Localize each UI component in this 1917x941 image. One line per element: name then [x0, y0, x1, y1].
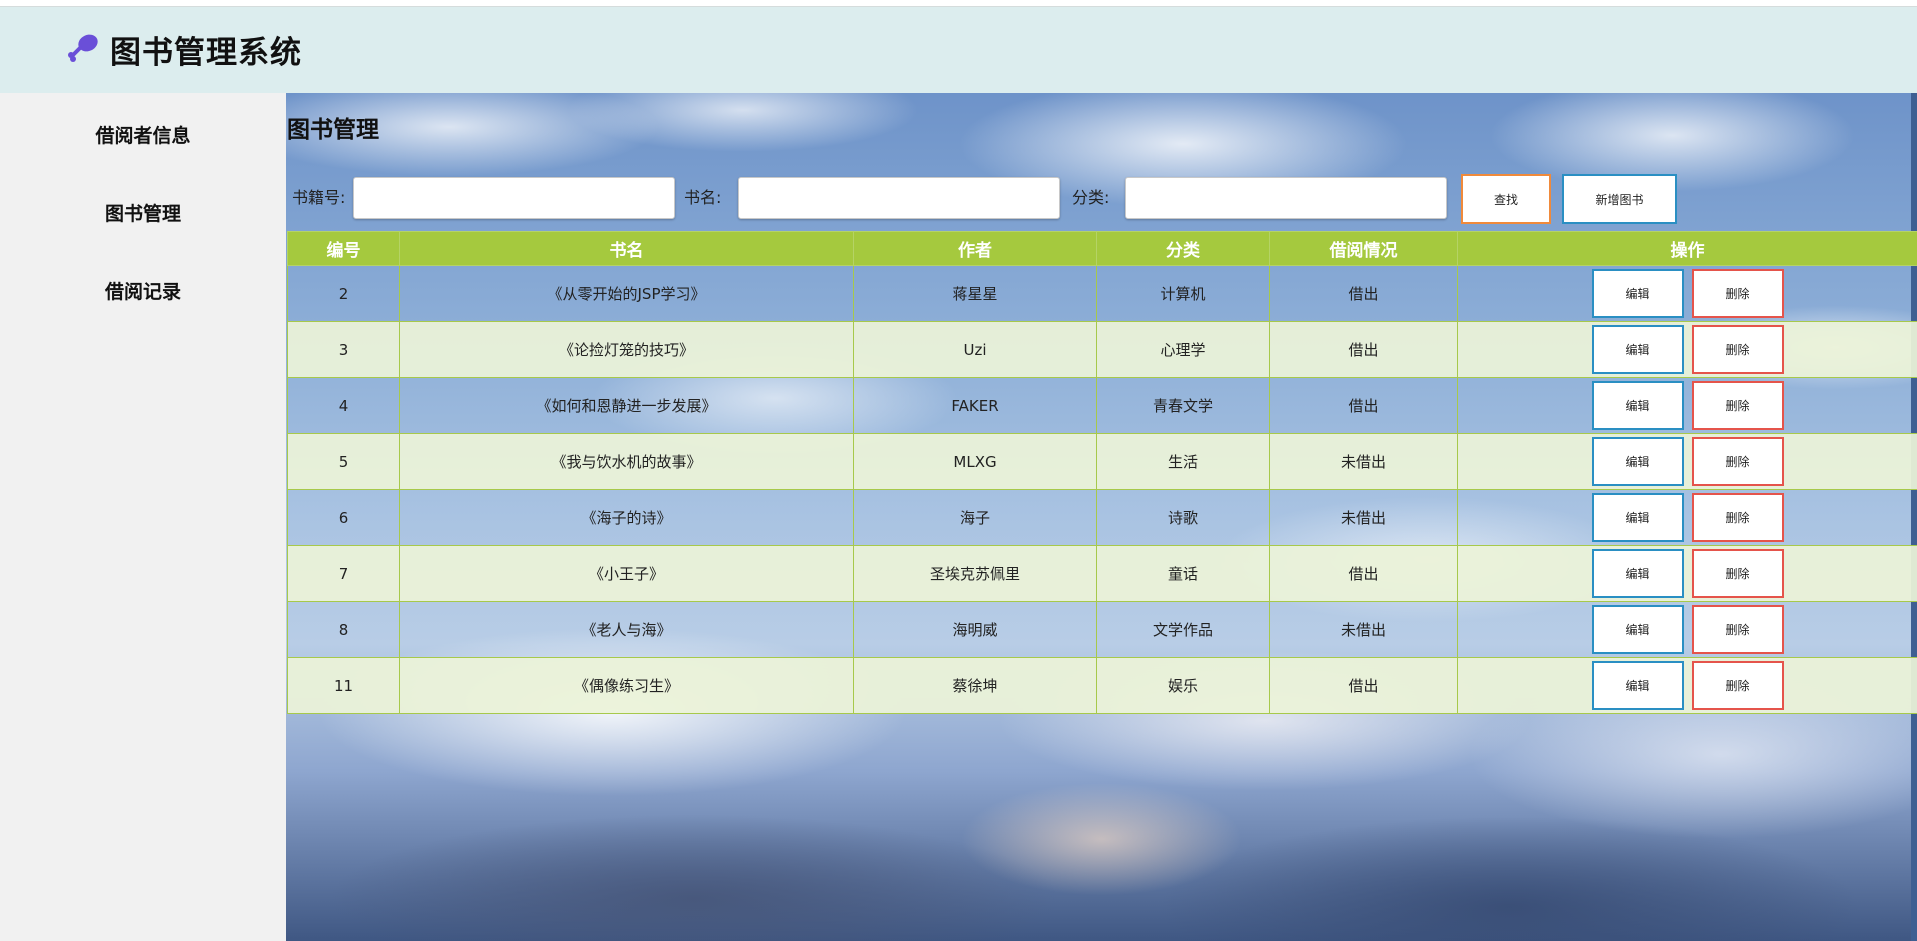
delete-button[interactable]: 删除 — [1691, 269, 1784, 318]
cell-status: 借出 — [1269, 321, 1458, 378]
cell-id: 2 — [287, 265, 400, 322]
cell-actions: 编辑 删除 — [1457, 433, 1917, 490]
delete-button[interactable]: 删除 — [1691, 549, 1784, 598]
edit-button[interactable]: 编辑 — [1591, 549, 1684, 598]
delete-button[interactable]: 删除 — [1691, 437, 1784, 486]
column-header-category: 分类 — [1096, 231, 1270, 266]
book-no-label: 书籍号: — [292, 188, 346, 207]
table-row: 6 《海子的诗》 海子 诗歌 未借出 编辑 删除 — [287, 489, 1917, 546]
column-header-name: 书名 — [399, 231, 854, 266]
column-header-actions: 操作 — [1457, 231, 1917, 266]
table-header-row: 编号 书名 作者 分类 借阅情况 操作 — [287, 231, 1917, 266]
cell-id: 5 — [287, 433, 400, 490]
edit-button[interactable]: 编辑 — [1591, 325, 1684, 374]
delete-button[interactable]: 删除 — [1691, 325, 1784, 374]
cell-actions: 编辑 删除 — [1457, 657, 1917, 714]
cell-actions: 编辑 删除 — [1457, 489, 1917, 546]
edit-button[interactable]: 编辑 — [1591, 661, 1684, 710]
cell-author: FAKER — [853, 377, 1097, 434]
cell-author: MLXG — [853, 433, 1097, 490]
cell-name: 《我与饮水机的故事》 — [399, 433, 854, 490]
cell-id: 11 — [287, 657, 400, 714]
delete-button[interactable]: 删除 — [1691, 605, 1784, 654]
table-row: 2 《从零开始的JSP学习》 蒋星星 计算机 借出 编辑 删除 — [287, 265, 1917, 322]
column-header-author: 作者 — [853, 231, 1097, 266]
app-header: 图书管理系统 — [0, 7, 1917, 93]
cell-author: 蔡徐坤 — [853, 657, 1097, 714]
cell-actions: 编辑 删除 — [1457, 377, 1917, 434]
cell-status: 借出 — [1269, 377, 1458, 434]
edit-button[interactable]: 编辑 — [1591, 269, 1684, 318]
cell-category: 生活 — [1096, 433, 1270, 490]
cell-actions: 编辑 删除 — [1457, 545, 1917, 602]
table-row: 4 《如何和恩静进一步发展》 FAKER 青春文学 借出 编辑 删除 — [287, 377, 1917, 434]
cell-name: 《海子的诗》 — [399, 489, 854, 546]
cell-id: 7 — [287, 545, 400, 602]
cell-name: 《老人与海》 — [399, 601, 854, 658]
table-row: 8 《老人与海》 海明威 文学作品 未借出 编辑 删除 — [287, 601, 1917, 658]
cell-category: 童话 — [1096, 545, 1270, 602]
edit-button[interactable]: 编辑 — [1591, 381, 1684, 430]
book-name-input[interactable] — [738, 177, 1060, 219]
edit-button[interactable]: 编辑 — [1591, 605, 1684, 654]
cell-id: 6 — [287, 489, 400, 546]
cell-status: 借出 — [1269, 265, 1458, 322]
cell-author: 海子 — [853, 489, 1097, 546]
edit-button[interactable]: 编辑 — [1591, 493, 1684, 542]
cell-author: Uzi — [853, 321, 1097, 378]
cell-category: 文学作品 — [1096, 601, 1270, 658]
cell-id: 4 — [287, 377, 400, 434]
delete-button[interactable]: 删除 — [1691, 661, 1784, 710]
column-header-status: 借阅情况 — [1269, 231, 1458, 266]
search-button[interactable]: 查找 — [1461, 174, 1551, 224]
column-header-id: 编号 — [287, 231, 400, 266]
cell-status: 借出 — [1269, 545, 1458, 602]
table-row: 7 《小王子》 圣埃克苏佩里 童话 借出 编辑 删除 — [287, 545, 1917, 602]
main-content: 图书管理 书籍号: 书名: 分类: 查找 新增图书 编号 书名 作者 分类 借阅… — [286, 93, 1917, 941]
edit-button[interactable]: 编辑 — [1591, 437, 1684, 486]
table-row: 3 《论捡灯笼的技巧》 Uzi 心理学 借出 编辑 删除 — [287, 321, 1917, 378]
cell-name: 《如何和恩静进一步发展》 — [399, 377, 854, 434]
cell-name: 《从零开始的JSP学习》 — [399, 265, 854, 322]
book-name-label: 书名: — [684, 188, 722, 207]
sidebar-item-borrow-records[interactable]: 借阅记录 — [0, 277, 286, 304]
cell-actions: 编辑 删除 — [1457, 265, 1917, 322]
cell-name: 《小王子》 — [399, 545, 854, 602]
table-row: 11 《偶像练习生》 蔡徐坤 娱乐 借出 编辑 删除 — [287, 657, 1917, 714]
add-book-button[interactable]: 新增图书 — [1562, 174, 1677, 224]
sidebar-item-borrower-info[interactable]: 借阅者信息 — [0, 121, 286, 148]
cell-author: 圣埃克苏佩里 — [853, 545, 1097, 602]
cell-id: 8 — [287, 601, 400, 658]
cell-category: 心理学 — [1096, 321, 1270, 378]
books-table: 编号 书名 作者 分类 借阅情况 操作 2 《从零开始的JSP学习》 蒋星星 计… — [287, 231, 1917, 714]
category-input[interactable] — [1125, 177, 1447, 219]
book-no-input[interactable] — [353, 177, 675, 219]
cell-status: 未借出 — [1269, 489, 1458, 546]
cell-name: 《偶像练习生》 — [399, 657, 854, 714]
cell-name: 《论捡灯笼的技巧》 — [399, 321, 854, 378]
top-border — [0, 0, 1917, 7]
cell-author: 蒋星星 — [853, 265, 1097, 322]
cell-status: 未借出 — [1269, 601, 1458, 658]
cell-author: 海明威 — [853, 601, 1097, 658]
cell-category: 计算机 — [1096, 265, 1270, 322]
delete-button[interactable]: 删除 — [1691, 493, 1784, 542]
table-row: 5 《我与饮水机的故事》 MLXG 生活 未借出 编辑 删除 — [287, 433, 1917, 490]
delete-button[interactable]: 删除 — [1691, 381, 1784, 430]
page-title: 图书管理 — [287, 117, 379, 143]
sidebar: 借阅者信息 图书管理 借阅记录 — [0, 93, 286, 941]
cell-actions: 编辑 删除 — [1457, 321, 1917, 378]
sidebar-item-book-management[interactable]: 图书管理 — [0, 199, 286, 226]
category-label: 分类: — [1072, 188, 1110, 207]
cell-status: 借出 — [1269, 657, 1458, 714]
drumstick-icon — [68, 34, 98, 62]
cell-category: 娱乐 — [1096, 657, 1270, 714]
cell-category: 青春文学 — [1096, 377, 1270, 434]
cell-id: 3 — [287, 321, 400, 378]
cell-category: 诗歌 — [1096, 489, 1270, 546]
app-title: 图书管理系统 — [110, 35, 302, 71]
cell-actions: 编辑 删除 — [1457, 601, 1917, 658]
cell-status: 未借出 — [1269, 433, 1458, 490]
